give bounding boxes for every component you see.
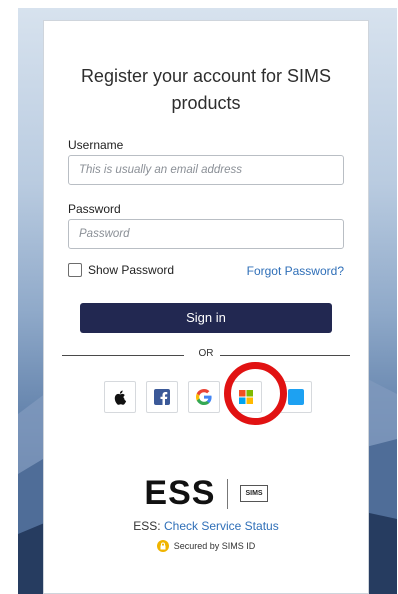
ess-logo: ESS: [144, 474, 216, 512]
check-service-status-link[interactable]: Check Service Status: [164, 519, 279, 533]
twitter-icon: [288, 389, 304, 405]
secured-by-text: Secured by SIMS ID: [173, 541, 256, 551]
lock-icon: [156, 540, 169, 552]
service-status-line: ESS: Check Service Status: [44, 519, 368, 533]
login-card: Register your account for SIMS products …: [43, 20, 369, 594]
username-label: Username: [68, 138, 124, 152]
highlight-circle-annotation: [224, 362, 287, 425]
show-password-label[interactable]: Show Password: [88, 263, 174, 277]
password-input[interactable]: Password: [68, 219, 344, 249]
logo-divider: [227, 478, 229, 509]
apple-login-button[interactable]: [104, 381, 136, 413]
show-password-checkbox[interactable]: [68, 263, 82, 277]
show-password-row: Show Password: [68, 263, 174, 277]
brand-logo-row: ESS SIMS: [44, 474, 368, 513]
google-icon: [196, 389, 212, 405]
page-title: Register your account for SIMS products: [80, 66, 332, 113]
password-label: Password: [68, 202, 121, 216]
status-prefix: ESS:: [133, 519, 164, 533]
divider-line-right: [220, 355, 350, 356]
facebook-login-button[interactable]: [146, 381, 178, 413]
username-input[interactable]: This is usually an email address: [68, 155, 344, 185]
sims-logo: SIMS: [240, 485, 268, 502]
forgot-password-link[interactable]: Forgot Password?: [247, 264, 344, 278]
facebook-icon: [154, 389, 170, 405]
sign-in-button[interactable]: Sign in: [80, 303, 332, 333]
apple-icon: [114, 390, 127, 405]
or-divider-text: OR: [198, 348, 214, 359]
google-login-button[interactable]: [188, 381, 220, 413]
secured-by-row: Secured by SIMS ID: [44, 540, 368, 552]
